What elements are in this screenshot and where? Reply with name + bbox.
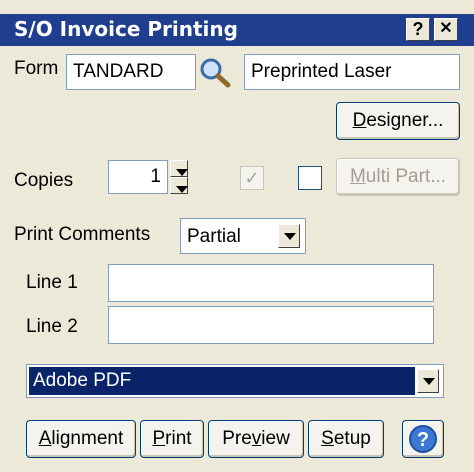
print-comments-label: Print Comments [14,224,151,245]
title-bar[interactable]: S/O Invoice Printing ? ✕ [0,14,474,46]
alignment-label-hotkey: A [38,428,52,449]
help-title-button[interactable]: ? [406,18,430,41]
print-button[interactable]: Print [140,420,204,458]
print-label-hotkey: P [152,428,166,449]
designer-button[interactable]: Designer... [336,102,460,140]
print-comments-value: Partial [187,226,241,247]
print-label-post: rint [165,428,192,449]
window-title: S/O Invoice Printing [14,17,238,41]
printer-selected-value: Adobe PDF [29,367,415,395]
setup-button[interactable]: Setup [308,420,384,458]
preview-label-post: iew [261,428,290,449]
printer-dropdown-arrow[interactable] [417,369,439,393]
form-description-field[interactable]: Preprinted Laser [244,54,460,90]
copies-input[interactable]: 1 [108,160,168,194]
multi-part-button[interactable]: Multi Part... [336,158,460,196]
spin-down-arrow[interactable] [170,177,188,194]
print-comments-dropdown-arrow[interactable] [278,224,300,248]
copies-spinner[interactable] [170,160,188,194]
line2-input[interactable] [108,306,434,344]
preview-label-pre: Pre [222,428,252,449]
spin-up-arrow[interactable] [170,160,188,177]
form-label: Form [14,58,59,79]
line2-label: Line 2 [26,316,78,337]
designer-label-post: esigner... [366,110,444,131]
setup-label-hotkey: S [321,428,334,449]
search-lookup-button[interactable] [198,56,238,88]
copies-label: Copies [14,170,74,191]
alignment-label-post: lignment [51,428,124,449]
collated-checkbox[interactable]: ✓ [240,166,264,190]
close-button[interactable]: ✕ [434,18,458,41]
preview-button[interactable]: Preview [208,420,304,458]
designer-label-hotkey: D [352,110,367,131]
form-code-input[interactable]: TANDARD [66,54,196,90]
svg-text:?: ? [417,429,429,451]
line1-label: Line 1 [26,272,78,293]
multi-part-label-post: ulti Part... [365,166,447,187]
invoice-printing-window: S/O Invoice Printing ? ✕ Form TANDARD Pr… [0,0,474,472]
alignment-button[interactable]: Alignment [26,420,136,458]
magnifier-icon [200,58,231,88]
preview-label-hotkey: v [251,428,262,449]
multipart-checkbox[interactable] [298,166,322,190]
printer-select[interactable]: Adobe PDF [26,364,444,398]
setup-label-post: etup [333,428,371,449]
multi-part-label-hotkey: M [349,166,366,187]
line1-input[interactable] [108,264,434,302]
help-icon: ? [409,425,437,453]
help-button[interactable]: ? [402,420,444,458]
